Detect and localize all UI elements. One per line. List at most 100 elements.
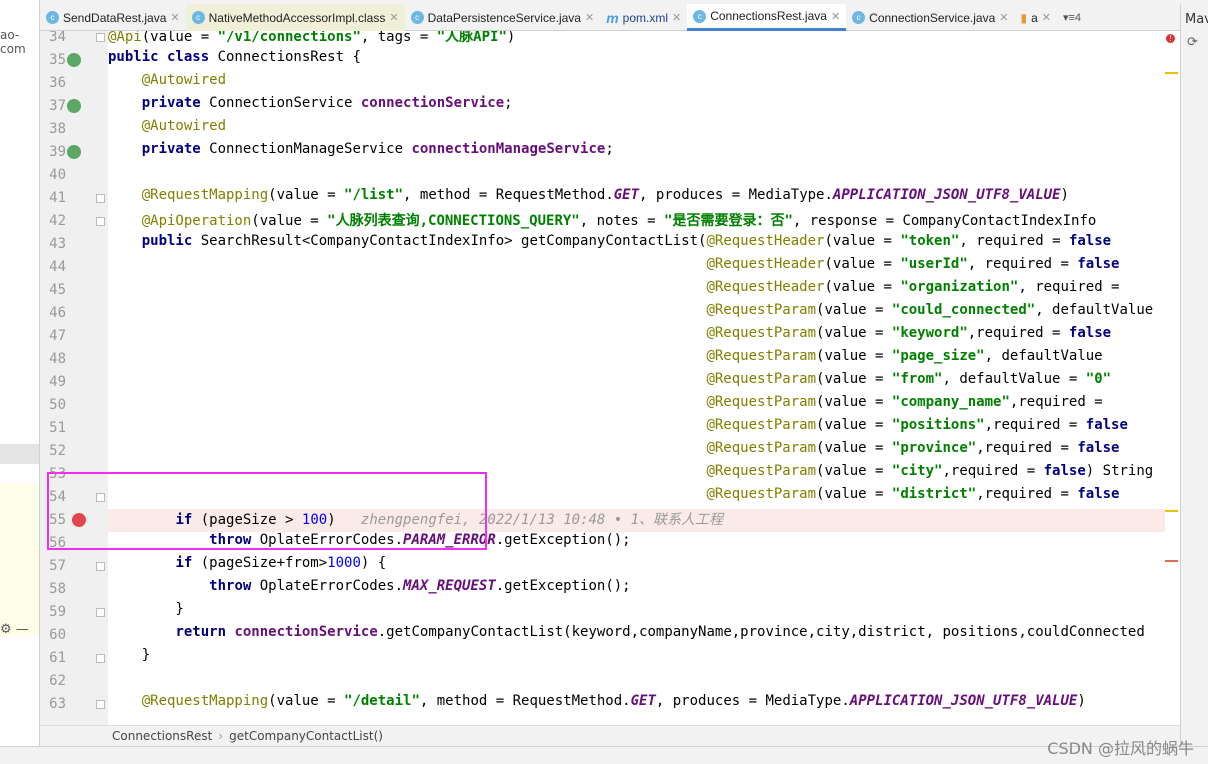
code-line[interactable]: @Autowired (108, 72, 226, 95)
error-indicator-icon[interactable]: ! (1166, 34, 1175, 43)
code-line[interactable]: private ConnectionManageService connecti… (108, 141, 614, 164)
tab-overflow-button[interactable]: ▾≡4 (1057, 4, 1087, 31)
line-number[interactable]: 52 (46, 440, 66, 463)
code-line[interactable]: } (108, 601, 183, 624)
line-number[interactable]: 46 (46, 302, 66, 325)
code-token: (value = (816, 348, 892, 364)
code-token: , defaultValue (1035, 302, 1154, 318)
project-tree-item[interactable]: ao-com (0, 28, 39, 56)
code-line[interactable]: @Api(value = "/v1/connections", tags = "… (108, 31, 515, 49)
code-line[interactable]: @RequestParam(value = "page_size", defau… (108, 348, 1102, 371)
line-number[interactable]: 39 (46, 141, 66, 164)
fold-icon[interactable] (96, 700, 105, 709)
line-number[interactable]: 48 (46, 348, 66, 371)
code-editor[interactable]: @Api(value = "/v1/connections", tags = "… (108, 31, 1165, 725)
bean-gutter-icon[interactable] (67, 145, 81, 159)
close-icon[interactable]: ✕ (170, 11, 179, 24)
breadcrumb-method[interactable]: getCompanyContactList() (229, 729, 383, 743)
code-line[interactable]: @ApiOperation(value = "人脉列表查询,CONNECTION… (108, 210, 1097, 233)
project-panel[interactable]: ao-com ⚙ — (0, 0, 40, 746)
line-number[interactable]: 43 (46, 233, 66, 256)
code-line[interactable]: private ConnectionService connectionServ… (108, 95, 513, 118)
fold-icon[interactable] (96, 608, 105, 617)
breadcrumb: ConnectionsRest › getCompanyContactList(… (40, 725, 1180, 746)
fold-icon[interactable] (96, 654, 105, 663)
code-token: , method = RequestMethod. (419, 693, 631, 709)
code-line[interactable]: @Autowired (108, 118, 226, 141)
warning-marker[interactable] (1165, 72, 1178, 74)
breadcrumb-class[interactable]: ConnectionsRest (112, 729, 212, 743)
code-line[interactable]: @RequestParam(value = "company_name",req… (108, 394, 1111, 417)
line-number[interactable]: 45 (46, 279, 66, 302)
selected-tree-row[interactable] (0, 444, 39, 464)
line-number[interactable]: 58 (46, 578, 66, 601)
tab-nativemethodaccessorimpl-class[interactable]: c NativeMethodAccessorImpl.class ✕ (185, 4, 405, 31)
code-token: GET (630, 693, 656, 709)
tab-a[interactable]: ▮ a ✕ (1014, 4, 1057, 31)
tab-pom-xml[interactable]: m pom.xml ✕ (600, 4, 687, 31)
line-number[interactable]: 35 (46, 49, 66, 72)
fold-icon[interactable] (96, 33, 105, 42)
close-icon[interactable]: ✕ (585, 11, 594, 24)
line-number[interactable]: 44 (46, 256, 66, 279)
line-number[interactable]: 61 (46, 647, 66, 670)
code-token: private (141, 95, 210, 111)
code-line[interactable]: throw OplateErrorCodes.MAX_REQUEST.getEx… (108, 578, 630, 601)
line-number[interactable]: 37 (46, 95, 66, 118)
line-number[interactable]: 47 (46, 325, 66, 348)
error-marker[interactable] (1165, 560, 1178, 562)
line-number[interactable]: 34 (46, 31, 66, 49)
refresh-icon[interactable]: ⟳ (1181, 35, 1208, 50)
tab-connectionservice-java[interactable]: c ConnectionService.java ✕ (846, 4, 1014, 31)
line-number[interactable]: 50 (46, 394, 66, 417)
line-number[interactable]: 42 (46, 210, 66, 233)
line-number[interactable]: 38 (46, 118, 66, 141)
line-number[interactable]: 40 (46, 164, 66, 187)
line-number[interactable]: 49 (46, 371, 66, 394)
bean-gutter-icon[interactable] (67, 53, 81, 67)
code-line[interactable]: @RequestParam(value = "positions",requir… (108, 417, 1127, 440)
close-icon[interactable]: ✕ (389, 11, 398, 24)
gear-icon[interactable]: ⚙ — (0, 622, 29, 637)
close-icon[interactable]: ✕ (999, 11, 1008, 24)
line-number[interactable]: 36 (46, 72, 66, 95)
bean-gutter-icon[interactable] (67, 99, 81, 113)
close-icon[interactable]: ✕ (831, 10, 840, 23)
tab-datapersistenceservice-java[interactable]: c DataPersistenceService.java ✕ (405, 4, 601, 31)
code-line[interactable]: if (pageSize+from>1000) { (108, 555, 386, 578)
line-number[interactable]: 59 (46, 601, 66, 624)
code-line[interactable]: public class ConnectionsRest { (108, 49, 361, 72)
fold-icon[interactable] (96, 562, 105, 571)
tab-senddatarest-java[interactable]: c SendDataRest.java ✕ (40, 4, 186, 31)
code-line[interactable]: @RequestParam(value = "province",require… (108, 440, 1119, 463)
code-token: "from" (891, 371, 943, 387)
code-token: "0" (1085, 371, 1112, 387)
line-number[interactable]: 60 (46, 624, 66, 647)
line-number[interactable]: 62 (46, 670, 66, 693)
code-line[interactable]: @RequestHeader(value = "organization", r… (108, 279, 1128, 302)
code-line[interactable]: @RequestMapping(value = "/detail", metho… (108, 693, 1086, 716)
close-icon[interactable]: ✕ (1042, 11, 1051, 24)
warning-marker[interactable] (1165, 510, 1178, 512)
code-line[interactable]: @RequestParam(value = "keyword",required… (108, 325, 1111, 348)
code-token: @ApiOperation (141, 213, 252, 229)
line-number[interactable]: 63 (46, 693, 66, 716)
editor-gutter[interactable]: 34 35 36 37 38 39 40 41 42 43 44 45 46 47 48 49 50 51 52 53… (40, 31, 108, 725)
code-line[interactable]: public SearchResult<CompanyContactIndexI… (108, 233, 1111, 256)
code-line[interactable]: @RequestMapping(value = "/list", method … (108, 187, 1069, 210)
code-line[interactable]: @RequestParam(value = "could_connected",… (108, 302, 1153, 325)
code-line[interactable]: @RequestHeader(value = "userId", require… (108, 256, 1119, 279)
code-line[interactable]: return connectionService.getCompanyConta… (108, 624, 1144, 647)
fold-icon[interactable] (96, 217, 105, 226)
maven-panel[interactable]: Mav ⟳ (1180, 4, 1208, 746)
line-number[interactable]: 41 (46, 187, 66, 210)
tab-connectionsrest-java[interactable]: c ConnectionsRest.java ✕ (687, 4, 847, 31)
fold-icon[interactable] (96, 194, 105, 203)
line-number[interactable]: 57 (46, 555, 66, 578)
close-icon[interactable]: ✕ (672, 11, 681, 24)
code-line[interactable]: } (108, 647, 150, 670)
code-token: public (141, 233, 201, 249)
code-line[interactable]: @RequestParam(value = "from", defaultVal… (108, 371, 1111, 394)
line-number[interactable]: 51 (46, 417, 66, 440)
code-token: ) (1077, 693, 1086, 709)
